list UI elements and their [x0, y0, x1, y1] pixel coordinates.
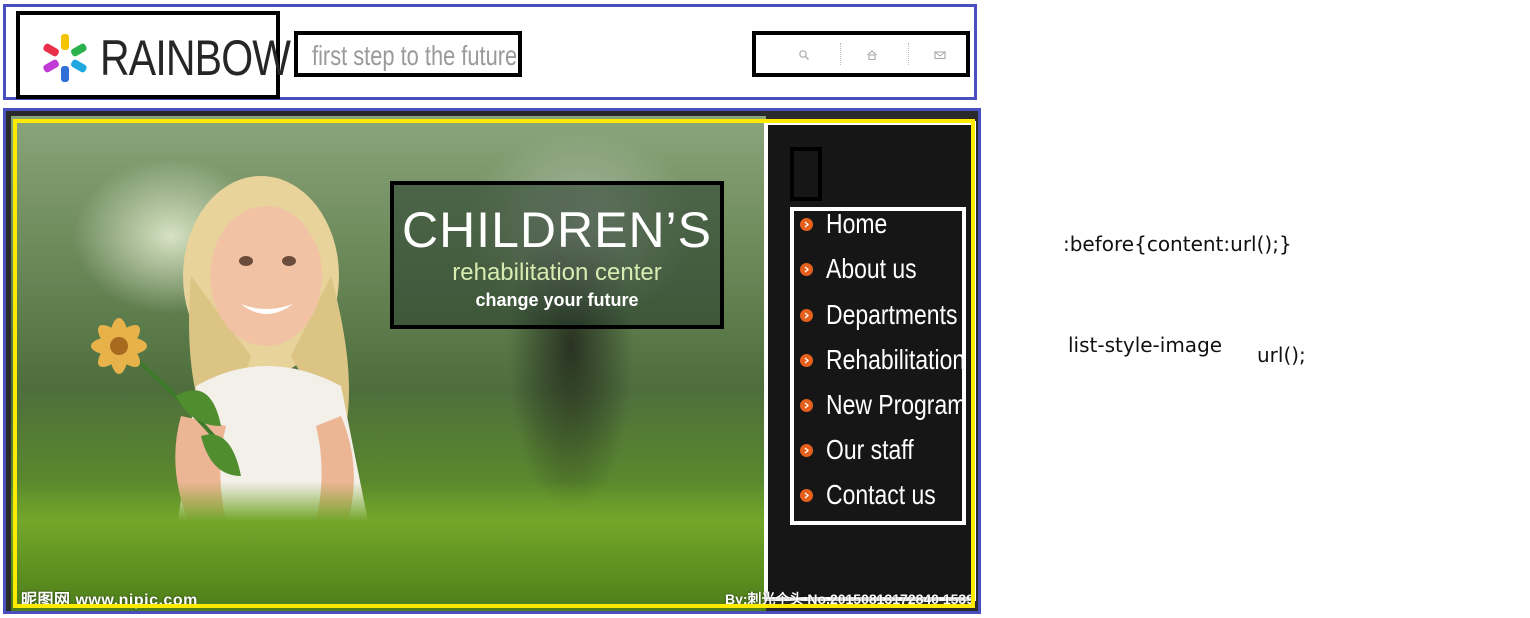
- menu-label: Rehabilitation: [826, 344, 966, 375]
- menu-label: Contact us: [826, 479, 936, 510]
- arrow-bullet-icon: [800, 308, 813, 322]
- menu-item-new-programs[interactable]: New Programs: [800, 389, 966, 420]
- logo[interactable]: RAINBOW: [16, 11, 291, 99]
- site-header: RAINBOW first step to the future: [3, 4, 977, 100]
- tagline-box: first step to the future: [294, 31, 522, 77]
- logo-text: RAINBOW: [100, 30, 291, 86]
- arrow-bullet-icon: [800, 398, 813, 412]
- note-list-style-label: list-style-image: [1068, 333, 1223, 357]
- menu-label: New Programs: [826, 389, 966, 420]
- menu-label: About us: [826, 253, 917, 284]
- menu-item-departments[interactable]: Departments: [800, 299, 962, 330]
- menu-item-rehabilitation[interactable]: Rehabilitation: [800, 344, 966, 375]
- sidebar-placeholder-box: [790, 147, 822, 201]
- menu-label: Our staff: [826, 434, 914, 465]
- arrow-bullet-icon: [800, 443, 813, 457]
- hero-title-box: CHILDREN’S rehabilitation center change …: [390, 181, 724, 329]
- icon-divider: [840, 43, 841, 65]
- search-icon[interactable]: [794, 45, 814, 65]
- flower-illustration: [91, 318, 241, 476]
- rainbow-logo-icon: [43, 34, 87, 82]
- menu-item-home[interactable]: Home: [800, 208, 901, 239]
- arrow-bullet-icon: [800, 488, 813, 502]
- hero-section: 昵图网 www.nipic.com CHILDREN’S rehabilitat…: [3, 108, 981, 614]
- header-icon-bar: [752, 31, 970, 77]
- arrow-bullet-icon: [800, 217, 813, 231]
- menu-item-contact-us[interactable]: Contact us: [800, 480, 960, 510]
- watermark-left: 昵图网 www.nipic.com: [21, 592, 198, 609]
- watermark-right: By:刺光个头 No.20150813172840 1539: [724, 591, 974, 607]
- arrow-bullet-icon: [800, 353, 813, 367]
- menu-item-about-us[interactable]: About us: [800, 254, 937, 284]
- note-list-style-value: url();: [1257, 343, 1306, 367]
- menu-label: Home: [826, 208, 888, 239]
- note-before-rule: :before{content:url();}: [1063, 232, 1292, 256]
- menu-label: Departments: [826, 299, 958, 330]
- hero-subtitle: rehabilitation center: [452, 259, 662, 286]
- home-icon[interactable]: [862, 45, 882, 65]
- hero-title: CHILDREN’S: [401, 202, 713, 258]
- menu-item-our-staff[interactable]: Our staff: [800, 435, 933, 465]
- tagline: first step to the future: [312, 40, 518, 71]
- arrow-bullet-icon: [800, 262, 813, 276]
- hero-cta-text: change your future: [475, 290, 639, 310]
- sidebar: Home About us Departments Rehabilitation…: [764, 121, 976, 601]
- nav-menu: Home About us Departments Rehabilitation…: [790, 207, 966, 525]
- mail-icon[interactable]: [930, 45, 950, 65]
- icon-divider: [908, 43, 909, 65]
